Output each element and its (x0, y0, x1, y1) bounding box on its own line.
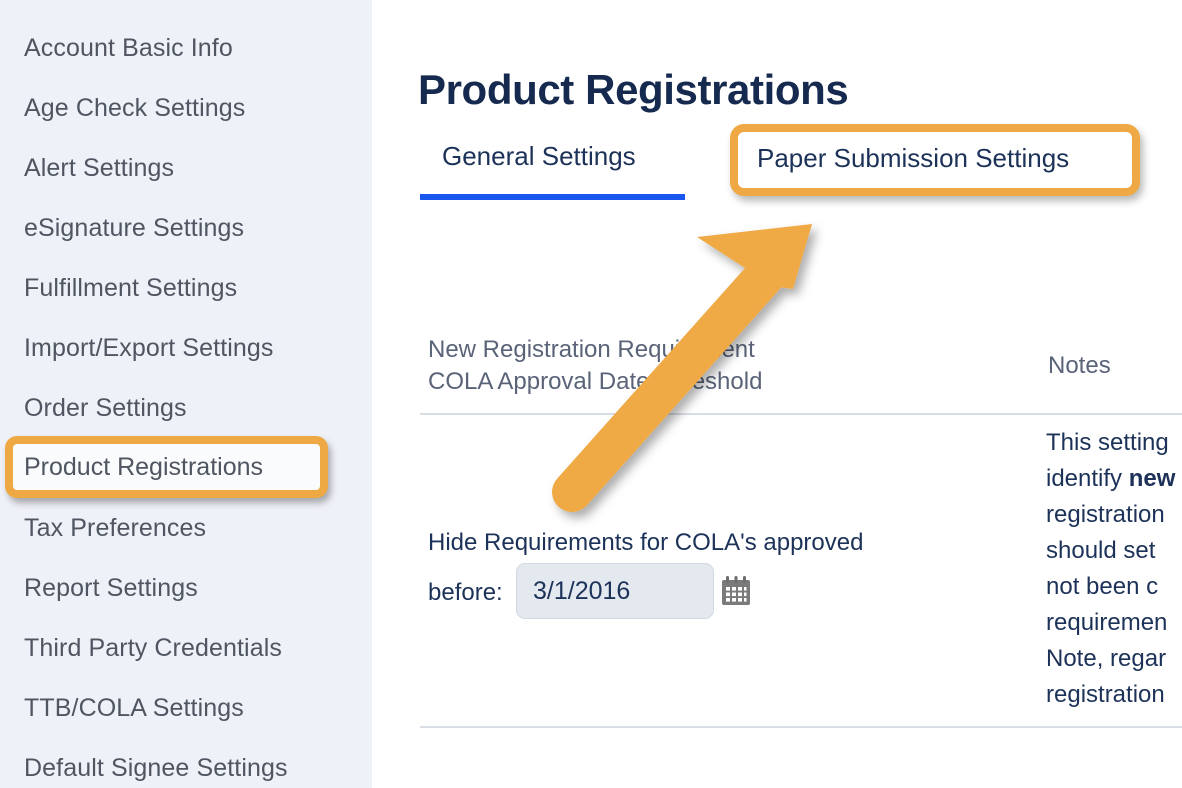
sidebar-item-third-party-credentials[interactable]: Third Party Credentials (24, 633, 282, 663)
sidebar-item-tax-preferences[interactable]: Tax Preferences (24, 513, 206, 543)
column-header-new-registration-requirement: New Registration Requirement COLA Approv… (428, 334, 898, 398)
table-divider-top (420, 413, 1182, 415)
notes-line-text: should set (1046, 537, 1155, 564)
notes-line: registration (1046, 497, 1182, 533)
column-header-line-2: COLA Approval Date Threshold (428, 368, 762, 395)
notes-line-text: not been c (1046, 573, 1158, 600)
notes-line: registration (1046, 677, 1182, 713)
row-label-line-2: before: (428, 578, 503, 608)
notes-line-text: requiremen (1046, 609, 1167, 636)
calendar-icon[interactable] (720, 575, 752, 607)
sidebar-item-account-basic-info[interactable]: Account Basic Info (24, 33, 233, 63)
notes-line-text: registration (1046, 501, 1165, 528)
tab-paper-submission-settings[interactable]: Paper Submission Settings (757, 143, 1069, 174)
sidebar-item-esignature-settings[interactable]: eSignature Settings (24, 213, 244, 243)
tab-active-underline (420, 194, 685, 200)
tab-general-settings[interactable]: General Settings (442, 141, 636, 172)
column-header-notes: Notes (1048, 350, 1111, 382)
notes-line-emphasis: new (1129, 465, 1176, 492)
notes-line-text: identify (1046, 465, 1129, 492)
page-title: Product Registrations (418, 66, 848, 114)
row-label-line-1: Hide Requirements for COLA's approved (428, 528, 863, 558)
sidebar-item-product-registrations[interactable]: Product Registrations (24, 452, 263, 482)
sidebar-item-fulfillment-settings[interactable]: Fulfillment Settings (24, 273, 237, 303)
settings-page: Account Basic Info Age Check Settings Aler… (0, 0, 1182, 788)
notes-line: This setting (1046, 425, 1182, 461)
cola-approval-date-input[interactable] (516, 563, 714, 619)
notes-cell: This setting identify new registration shou… (1046, 425, 1182, 713)
sidebar-item-ttb-cola-settings[interactable]: TTB/COLA Settings (24, 693, 244, 723)
sidebar-item-order-settings[interactable]: Order Settings (24, 393, 187, 423)
sidebar-item-alert-settings[interactable]: Alert Settings (24, 153, 174, 183)
notes-line: requiremen (1046, 605, 1182, 641)
notes-line: not been c (1046, 569, 1182, 605)
sidebar-item-report-settings[interactable]: Report Settings (24, 573, 198, 603)
notes-line-text: Note, regar (1046, 645, 1166, 672)
column-header-line-1: New Registration Requirement (428, 336, 755, 363)
sidebar-item-import-export-settings[interactable]: Import/Export Settings (24, 333, 274, 363)
notes-line: identify new (1046, 461, 1182, 497)
sidebar-item-age-check-settings[interactable]: Age Check Settings (24, 93, 245, 123)
main-content: Product Registrations General Settings P… (372, 0, 1182, 788)
sidebar-item-default-signee-settings[interactable]: Default Signee Settings (24, 753, 288, 783)
sidebar: Account Basic Info Age Check Settings Aler… (0, 0, 372, 788)
table-divider-bottom (420, 726, 1182, 728)
notes-line: Note, regar (1046, 641, 1182, 677)
notes-line-text: This setting (1046, 429, 1169, 456)
notes-line: should set (1046, 533, 1182, 569)
notes-line-text: registration (1046, 681, 1165, 708)
